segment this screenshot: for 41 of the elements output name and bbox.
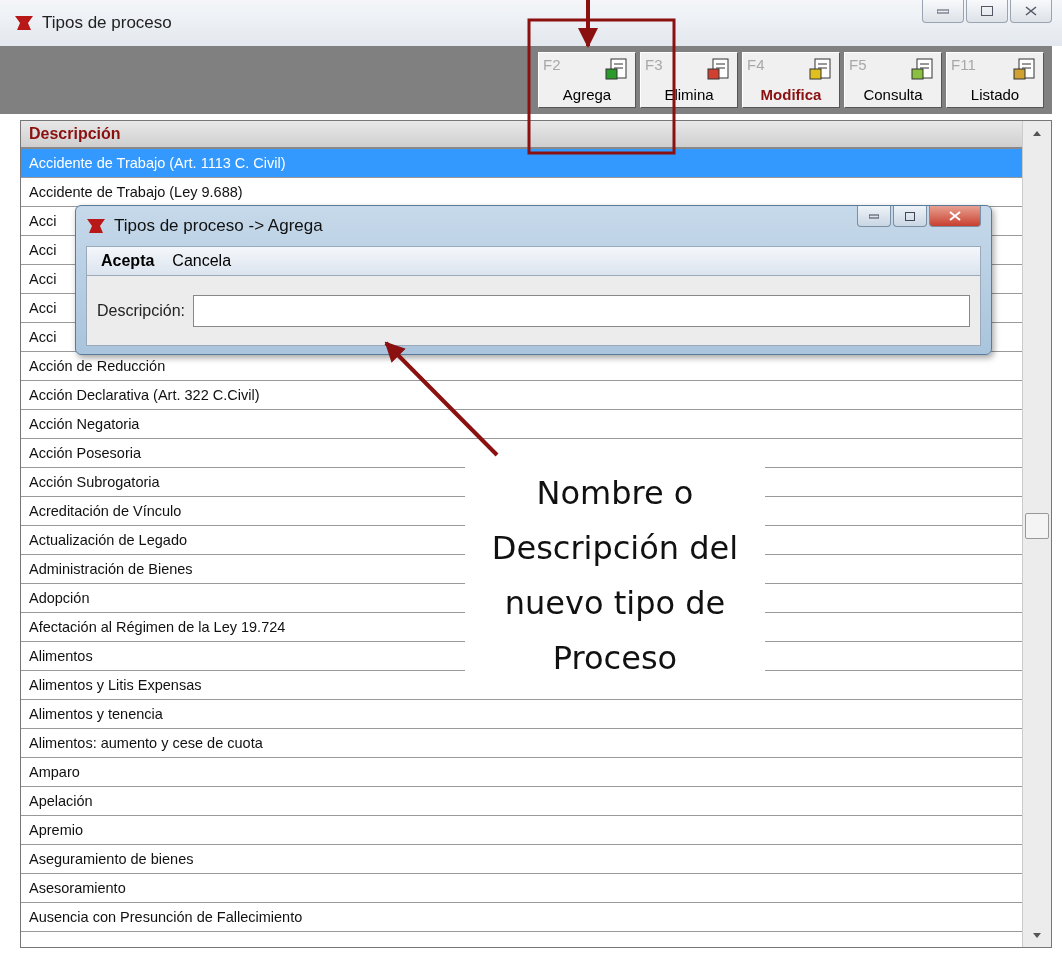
dialog-title: Tipos de proceso -> Agrega [114, 216, 323, 236]
close-button[interactable] [1010, 0, 1052, 23]
app-icon [14, 14, 34, 32]
close-icon [1025, 6, 1037, 16]
list-row[interactable]: Amparo [21, 758, 1022, 787]
app-icon [86, 217, 106, 235]
toolbar-button[interactable]: F11 Listado [946, 52, 1044, 108]
field-label: Descripción: [97, 301, 186, 320]
document-icon [605, 57, 629, 81]
list-row[interactable]: Acción Declarativa (Art. 322 C.Civil) [21, 381, 1022, 410]
list-row[interactable]: Asesoramiento [21, 874, 1022, 903]
close-icon [949, 211, 961, 221]
document-icon [1013, 57, 1037, 81]
document-icon [809, 57, 833, 81]
minimize-icon [937, 8, 949, 14]
pointer-arrow [578, 0, 598, 48]
toolbar-button[interactable]: F4 Modifica [742, 52, 840, 108]
column-header[interactable]: Descripción [21, 121, 1022, 149]
description-field[interactable] [193, 294, 970, 327]
toolbar-button[interactable]: F2 Agrega [538, 52, 636, 108]
list-row[interactable]: Aseguramiento de bienes [21, 845, 1022, 874]
maximize-button[interactable] [893, 206, 927, 227]
menu-item[interactable]: Acepta [101, 252, 155, 270]
list-row[interactable]: Alimentos y tenencia [21, 700, 1022, 729]
list-row[interactable]: Acción Negatoria [21, 410, 1022, 439]
maximize-button[interactable] [966, 0, 1008, 23]
maximize-icon [905, 211, 915, 221]
toolbar-button[interactable]: F5 Consulta [844, 52, 942, 108]
document-icon [707, 57, 731, 81]
minimize-icon [869, 213, 879, 219]
list-row[interactable]: Alimentos: aumento y cese de cuota [21, 729, 1022, 758]
list-row[interactable]: Apelación [21, 787, 1022, 816]
list-row[interactable]: Apremio [21, 816, 1022, 845]
scroll-thumb[interactable] [1025, 513, 1049, 539]
close-button[interactable] [929, 206, 981, 227]
maximize-icon [981, 6, 993, 16]
window-title: Tipos de proceso [42, 13, 172, 33]
menu-item[interactable]: Cancela [172, 252, 232, 270]
document-icon [911, 57, 935, 81]
scrollbar[interactable] [1022, 121, 1051, 947]
list-row[interactable]: Ausencia con Presunción de Fallecimiento [21, 903, 1022, 932]
